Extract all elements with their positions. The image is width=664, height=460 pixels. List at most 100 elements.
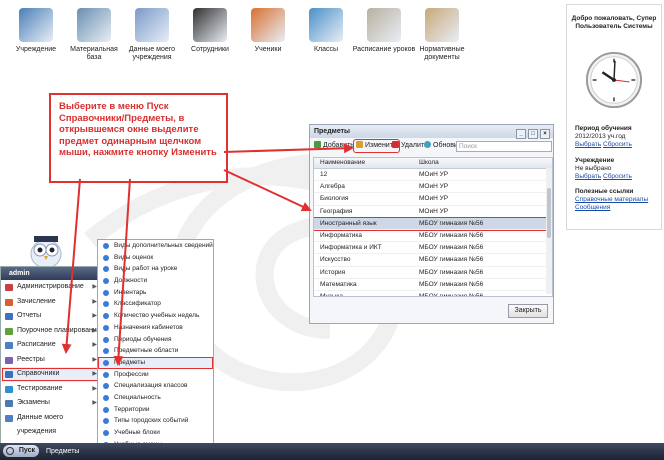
school-cell: МБОУ гимназия №56 — [419, 268, 484, 276]
grid-scrollbar[interactable] — [546, 168, 552, 294]
submenu-item[interactable]: Виды работ на уроке — [98, 263, 213, 275]
column-header-school[interactable]: Школа — [419, 158, 439, 168]
taskbar-item-subjects[interactable]: Предметы — [46, 446, 79, 457]
submenu-item[interactable]: Территории — [98, 404, 213, 416]
school-cell: МБОУ гимназия №56 — [419, 292, 484, 297]
documents-icon — [425, 8, 459, 42]
menu-item-icon — [5, 414, 13, 422]
desktop-icon-2[interactable]: Данные моего учреждения — [120, 8, 184, 62]
period-select-link[interactable]: Выбрать — [575, 141, 601, 148]
submenu-item[interactable]: Предметные области — [98, 345, 213, 357]
submenu-item-label: Типы городских событий — [114, 417, 189, 425]
submenu-item-label: Количество учебных недель — [114, 312, 200, 320]
table-row[interactable]: Алгебра МОиН УР — [314, 181, 552, 194]
table-row[interactable]: История МБОУ гимназия №56 — [314, 267, 552, 279]
submenu-item-label: Виды дополнительных сведений — [114, 242, 213, 249]
menu-item-label: Зачисление — [17, 297, 56, 305]
start-menu-item[interactable]: Тестирование ▶ — [1, 382, 101, 397]
start-menu-item[interactable]: Поурочное планирование ▶ — [1, 324, 101, 339]
submenu-item[interactable]: Периоды обучения — [98, 334, 213, 346]
table-row[interactable]: 12 МОиН УР — [314, 169, 552, 182]
reference-materials-link[interactable]: Справочные материалы — [575, 196, 648, 203]
submenu-items: Виды дополнительных сведений Виды оценок В… — [98, 240, 213, 450]
start-menu-item[interactable]: Администрирование ▶ — [1, 280, 101, 295]
subject-name-cell: Иностранный язык — [320, 219, 377, 227]
start-menu: admin Администрирование ▶ Зачисление ▶ Отчет… — [0, 266, 102, 446]
institution-section: Учреждение Не выбрано Выбрать Сбросить — [575, 157, 632, 181]
menu-item-label: Тестирование — [17, 384, 63, 392]
start-menu-item[interactable]: Зачисление ▶ — [1, 295, 101, 310]
globe-icon — [103, 394, 109, 401]
table-row[interactable]: Информатика и ИКТ МБОУ гимназия №56 — [314, 242, 552, 255]
submenu-item-label: Предметы — [114, 358, 146, 366]
submenu-item[interactable]: Специальность — [98, 392, 213, 404]
start-menu-item[interactable]: Отчеты ▶ — [1, 309, 101, 324]
menu-item-icon — [5, 284, 13, 291]
start-menu-items: Администрирование ▶ Зачисление ▶ Отчеты ▶ Поур… — [1, 280, 101, 435]
submenu-item[interactable]: Количество учебных недель — [98, 310, 213, 322]
submenu-item[interactable]: Должности — [98, 275, 213, 287]
submenu-item[interactable]: Специализация классов — [98, 380, 213, 392]
table-row[interactable]: Информатика МБОУ гимназия №56 — [314, 230, 552, 243]
add-button-label: Добавить — [323, 142, 354, 149]
institution-title: Учреждение — [575, 157, 615, 164]
desktop-icon-0[interactable]: Учреждение — [4, 8, 68, 54]
messages-link[interactable]: Сообщения — [575, 204, 610, 211]
desktop-icon-4[interactable]: Ученики — [236, 8, 300, 54]
school-cell: МБОУ гимназия №56 — [419, 219, 484, 227]
window-titlebar[interactable]: Предметы _ □ × — [310, 125, 553, 139]
start-menu-item[interactable]: Данные моего учреждения — [1, 411, 101, 435]
desktop-icon-5[interactable]: Классы — [294, 8, 358, 54]
menu-item-label: Экзамены — [17, 399, 50, 406]
globe-icon — [103, 278, 109, 285]
menu-item-icon — [5, 313, 13, 320]
table-row[interactable]: Музыка МБОУ гимназия №56 — [314, 291, 552, 297]
start-menu-item[interactable]: Экзамены ▶ — [1, 396, 101, 411]
desktop-icon-3[interactable]: Сотрудники — [178, 8, 242, 54]
desktop-icon-1[interactable]: Материальная база — [62, 8, 126, 62]
delete-icon — [392, 141, 399, 148]
submenu-item[interactable]: Классификатор — [98, 298, 213, 310]
subject-name-cell: Биология — [320, 195, 349, 203]
subject-name-cell: География — [320, 207, 353, 215]
add-button[interactable]: Добавить — [312, 141, 356, 151]
start-menu-item[interactable]: Расписание ▶ — [1, 338, 101, 353]
table-row[interactable]: Искусство МБОУ гимназия №56 — [314, 254, 552, 267]
subject-name-cell: 12 — [320, 171, 328, 178]
desktop-icon-7[interactable]: Нормативные документы — [410, 8, 474, 62]
institution-reset-link[interactable]: Сбросить — [603, 173, 632, 180]
submenu-item[interactable]: Учебные блоки — [98, 427, 213, 439]
instruction-text: Выберите в меню Пуск Справочники/Предмет… — [59, 101, 217, 158]
submenu-item[interactable]: Типы городских событий — [98, 415, 213, 427]
table-row[interactable]: Математика МБОУ гимназия №56 — [314, 279, 552, 291]
submenu-item[interactable]: Виды оценок — [98, 252, 213, 264]
submenu-item[interactable]: Предметы — [98, 356, 213, 369]
submenu-item[interactable]: Виды дополнительных сведений — [98, 240, 213, 252]
school-cell: МБОУ гимназия №56 — [419, 256, 484, 264]
table-row[interactable]: Иностранный язык МБОУ гимназия №56 — [314, 216, 552, 231]
close-button[interactable]: Закрыть — [508, 304, 548, 318]
search-input[interactable]: Поиск — [456, 141, 552, 152]
start-button[interactable]: Пуск — [3, 445, 39, 457]
globe-icon — [103, 301, 109, 308]
school-data-icon — [135, 8, 169, 42]
refresh-icon — [424, 141, 431, 148]
submenu-item-label: Периоды обучения — [114, 335, 172, 343]
desktop-icon-label: Учреждение — [15, 46, 57, 53]
submenu-item[interactable]: Инвентарь — [98, 287, 213, 299]
table-row[interactable]: Биология МОиН УР — [314, 193, 552, 206]
start-menu-item[interactable]: Справочники ▶ — [1, 367, 101, 382]
right-info-panel: Добро пожаловать, Супер Пользователь Сис… — [566, 4, 662, 230]
submenu-item[interactable]: Назначения кабинетов — [98, 322, 213, 334]
start-menu-item[interactable]: Реестры ▶ — [1, 353, 101, 368]
school-cell: МБОУ гимназия №56 — [419, 231, 484, 239]
period-reset-link[interactable]: Сбросить — [603, 141, 632, 148]
submenu-item[interactable]: Профессии — [98, 369, 213, 381]
scrollbar-thumb[interactable] — [547, 188, 551, 238]
institution-select-link[interactable]: Выбрать — [575, 173, 601, 180]
period-section: Период обучения 2012/2013 уч.год Выбрать… — [575, 125, 632, 149]
table-row[interactable]: География МОиН УР — [314, 206, 552, 218]
column-header-name[interactable]: Наименование — [320, 158, 365, 168]
owl-mascot-icon — [30, 236, 62, 269]
desktop-icon-6[interactable]: Расписание уроков — [352, 8, 416, 54]
